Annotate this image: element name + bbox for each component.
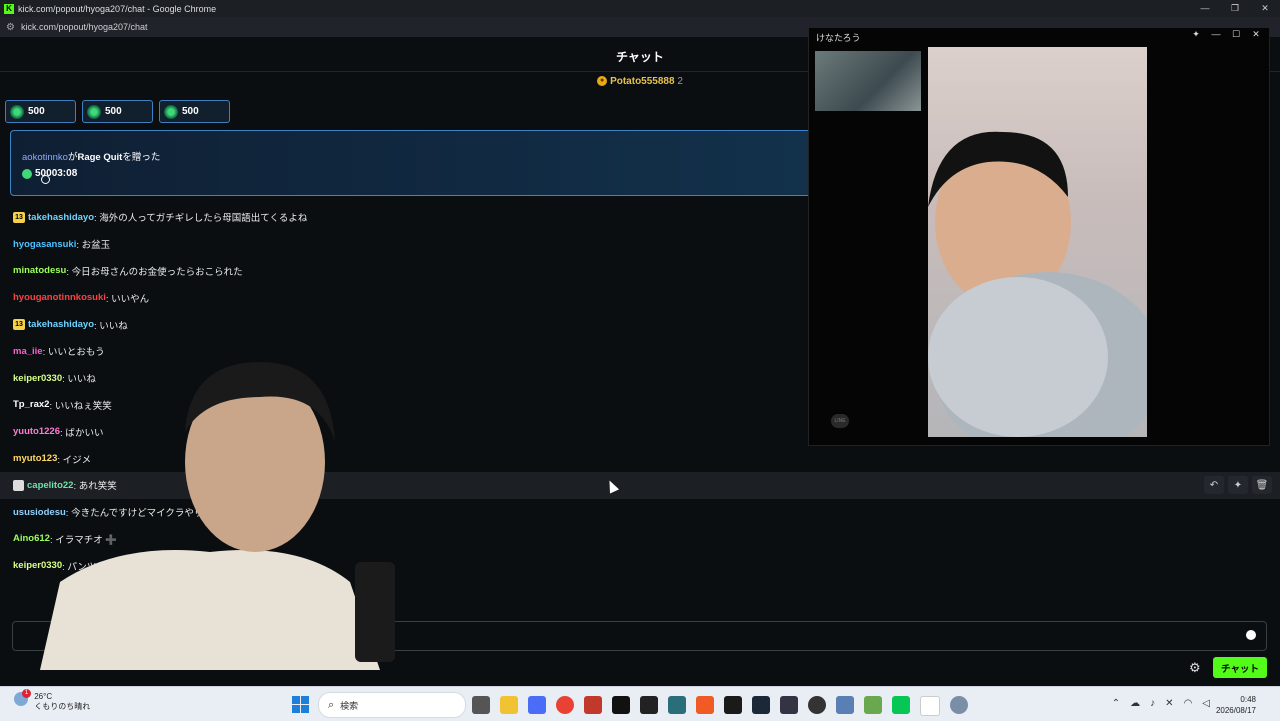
gift-user: aokotinnko [22, 152, 68, 163]
remote-video-figure [928, 131, 1147, 437]
date: 2026/08/17 [1215, 706, 1256, 715]
steam-icon[interactable] [752, 696, 770, 714]
tray-chevron-icon[interactable]: ⌃ [1112, 698, 1120, 709]
app-icon[interactable] [528, 696, 546, 714]
kick-pills: 500 500 500 [5, 100, 230, 123]
emoji-icon[interactable] [1246, 630, 1256, 640]
app-icon[interactable] [780, 696, 798, 714]
chat-username[interactable]: hyogasansuki [13, 239, 76, 250]
gift-item: Rage Quit [77, 152, 123, 163]
chat-username[interactable]: takehashidayo [28, 212, 94, 223]
line-icon[interactable] [892, 696, 910, 714]
maximize-icon[interactable]: ☐ [1227, 29, 1245, 40]
app-icon[interactable] [640, 696, 658, 714]
search-placeholder: 検索 [340, 700, 359, 711]
kick-pill[interactable]: 500 [159, 100, 230, 123]
call-title: けなたろう [816, 33, 861, 43]
start-button[interactable] [292, 696, 309, 713]
self-preview[interactable] [815, 51, 921, 111]
close-icon[interactable]: ✕ [1247, 29, 1265, 40]
search-icon: ⌕ [328, 698, 335, 711]
kick-value: 500 [28, 106, 45, 117]
url-text[interactable]: kick.com/popout/hyoga207/chat [21, 22, 148, 32]
brave-icon[interactable] [696, 696, 714, 714]
minimize-button[interactable]: — [1190, 0, 1220, 17]
app-icon[interactable] [808, 696, 826, 714]
kick-gift-icon [164, 104, 178, 119]
minecraft-icon[interactable] [864, 696, 882, 714]
close-button[interactable]: ✕ [1250, 0, 1280, 17]
chat-text: : 今日お母さんのお金使ったらおこられた [66, 266, 243, 278]
kick-logo-icon: K [4, 3, 14, 14]
delete-icon[interactable]: 🗑 [1252, 476, 1272, 494]
send-chat-button[interactable]: チャット [1213, 657, 1267, 678]
file-explorer-icon[interactable] [500, 696, 518, 714]
chat-text: : お盆玉 [76, 240, 111, 252]
remote-video [928, 47, 1147, 437]
tiktok-icon[interactable] [612, 696, 630, 714]
weather-icon: 1 [14, 689, 31, 706]
weather-text: くもりのち晴れ [34, 702, 91, 711]
taskbar-search[interactable]: ⌕ 検索 [318, 692, 466, 718]
clock-icon [41, 175, 51, 184]
gift-text: aokotinnkoがRage Quitを贈った [22, 149, 160, 163]
network-icon[interactable]: ☁ [1130, 698, 1140, 709]
chat-username[interactable]: hyouganotinnkosuki [13, 292, 106, 303]
taskbar-apps [472, 696, 968, 716]
time: 0:48 [1240, 695, 1256, 704]
app-icon[interactable] [836, 696, 854, 714]
temperature: 26°C [34, 692, 53, 701]
settings-app-icon[interactable] [950, 696, 968, 714]
taskbar-clock[interactable]: 0:48 2026/08/17 [1216, 694, 1256, 716]
chat-username[interactable]: minatodesu [13, 265, 66, 276]
app-icon[interactable] [724, 696, 742, 714]
minimize-icon[interactable]: — [1207, 29, 1225, 40]
kick-value: 500 [105, 106, 122, 117]
gift-time: 03:08 [51, 168, 78, 179]
app-tray-icon[interactable]: ✕ [1165, 698, 1173, 709]
gift-suffix: を贈った [122, 152, 161, 163]
app-icon[interactable] [584, 696, 602, 714]
subscriber-badge: 13 [13, 211, 25, 223]
line-logo-icon: LINE [831, 414, 849, 428]
reply-icon[interactable]: ↶ [1204, 476, 1224, 494]
mic-icon[interactable]: ♪ [1150, 698, 1155, 709]
message-actions: ↶ ✦ 🗑 [1204, 476, 1272, 494]
streamer-webcam [40, 362, 395, 670]
subscriber-badge: 13 [13, 319, 25, 331]
weather-widget[interactable]: 1 26°C くもりのち晴れ [14, 689, 91, 712]
volume-icon[interactable]: ◁ [1202, 698, 1210, 709]
top-gifter-count: 2 [677, 76, 683, 87]
settings-icon[interactable]: ⚙ [1189, 661, 1203, 675]
window-title: kick.com/popout/hyoga207/chat - Google C… [18, 3, 217, 14]
top-gifter-name: Potato555888 [610, 76, 675, 87]
wifi-icon[interactable]: ◠ [1184, 698, 1193, 709]
coin-icon: ● [597, 76, 608, 87]
site-info-icon[interactable]: ⚙ [6, 22, 15, 33]
chrome-icon[interactable] [556, 696, 574, 714]
chat-text: : いいやん [105, 293, 150, 305]
chat-text: : 海外の人ってガチギレしたら母国語出てくるよね [94, 213, 308, 225]
pin-window-icon[interactable]: ✦ [1187, 29, 1205, 40]
gift-meta: 500 03:08 [22, 168, 78, 184]
chat-username[interactable]: takehashidayo [28, 319, 94, 330]
weather-badge: 1 [22, 689, 31, 698]
kick-value: 500 [182, 106, 199, 117]
task-view-icon[interactable] [472, 696, 490, 714]
kick-pill[interactable]: 500 [5, 100, 76, 123]
app-icon[interactable] [920, 696, 940, 716]
restore-button[interactable]: ❐ [1220, 0, 1250, 17]
kick-gift-icon [87, 104, 101, 119]
taskbar: 1 26°C くもりのち晴れ ⌕ 検索 ⌃ ☁ ♪ ✕ ◠ ◁ 0:48 202… [0, 686, 1280, 721]
pin-icon[interactable]: ✦ [1228, 476, 1248, 494]
kick-gift-icon [10, 104, 24, 119]
system-tray: ⌃ ☁ ♪ ✕ ◠ ◁ [1112, 698, 1210, 709]
kick-coin-icon [22, 168, 32, 179]
video-call-window[interactable]: けなたろう ✦ — ☐ ✕ LINE [808, 27, 1270, 446]
chat-text: : いいね [94, 320, 128, 332]
browser-titlebar: K kick.com/popout/hyoga207/chat - Google… [0, 0, 1280, 17]
kick-pill[interactable]: 500 [82, 100, 153, 123]
app-icon[interactable] [668, 696, 686, 714]
